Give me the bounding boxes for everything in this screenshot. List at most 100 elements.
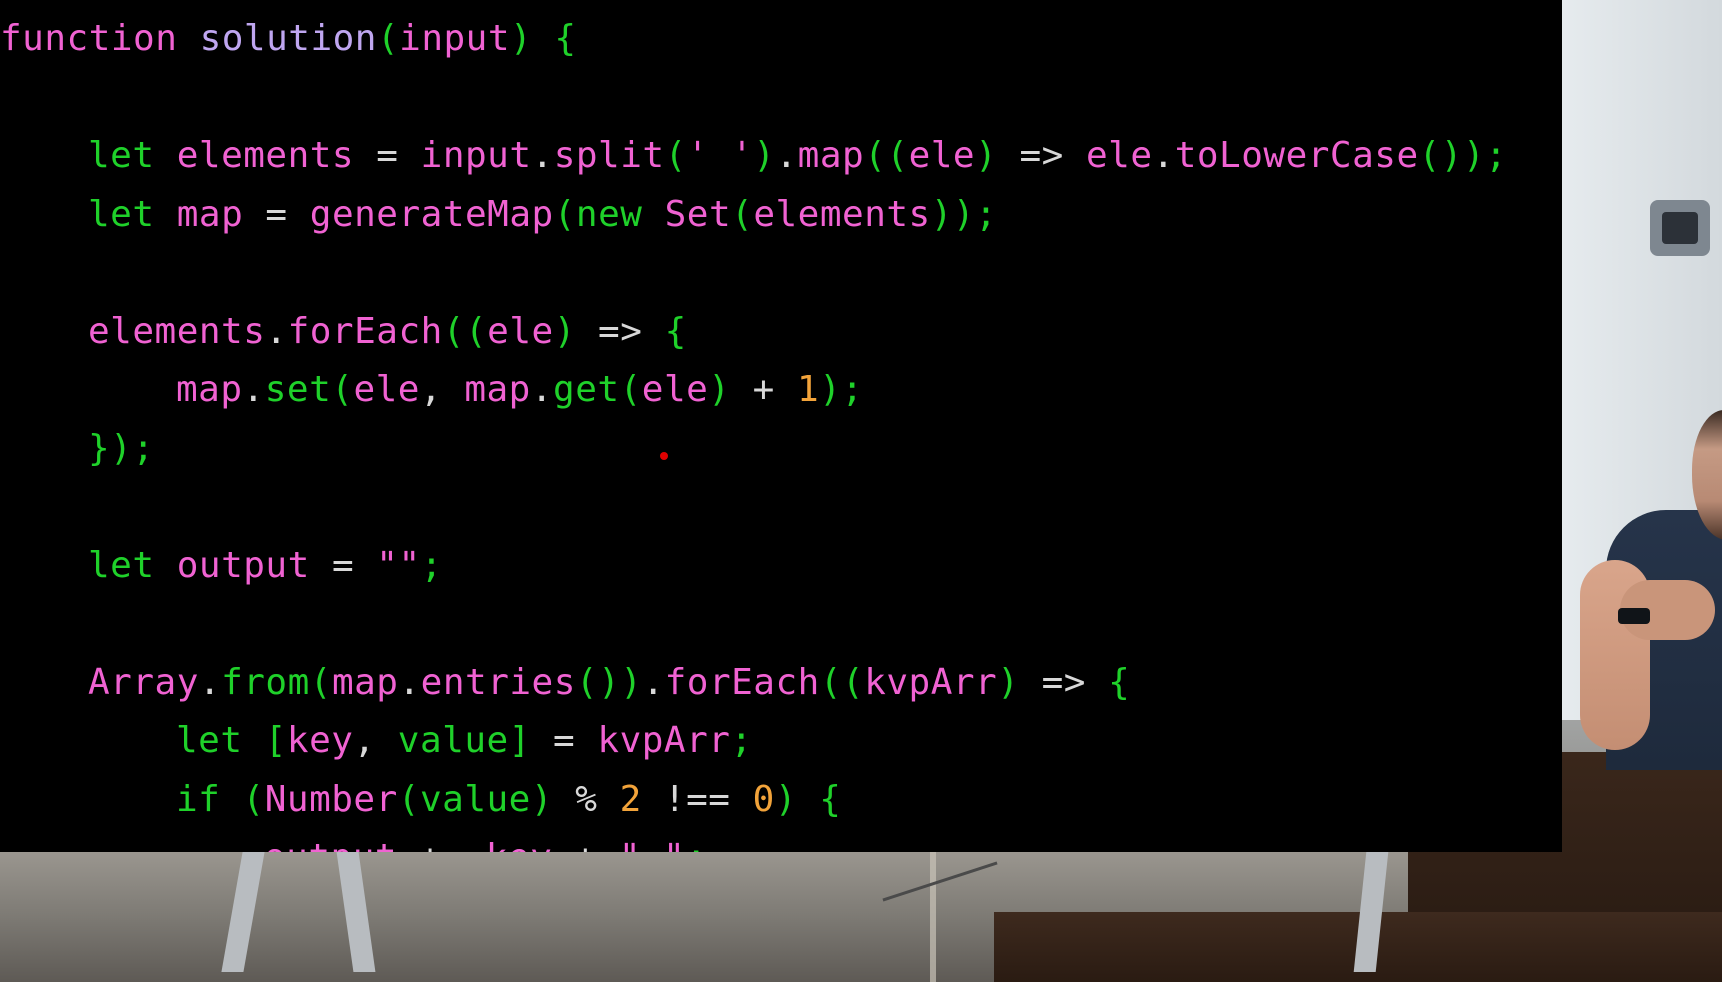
code-token: elements bbox=[88, 310, 266, 352]
code-token: . bbox=[530, 369, 554, 410]
code-token: forEach bbox=[287, 310, 443, 352]
code-token: { bbox=[664, 310, 687, 352]
code-token: , bbox=[353, 720, 398, 761]
code-token: ; bbox=[685, 837, 707, 852]
code-token: = bbox=[530, 720, 598, 761]
code-token: ( bbox=[553, 193, 576, 235]
code-token: ele bbox=[908, 135, 976, 176]
code-token: ; bbox=[730, 720, 753, 761]
code-token: ( bbox=[309, 661, 332, 703]
code-token: Array bbox=[88, 661, 199, 703]
code-token: map bbox=[176, 193, 244, 235]
mouse-pointer-dot bbox=[660, 452, 668, 460]
code-token: { bbox=[554, 18, 577, 59]
code-token: += bbox=[397, 837, 486, 852]
code-token: let bbox=[88, 135, 155, 176]
code-token: = bbox=[243, 193, 310, 235]
code-token: (( bbox=[819, 661, 865, 703]
code-token: (( bbox=[864, 135, 909, 176]
code-token: new bbox=[575, 193, 643, 235]
code-token: solution bbox=[199, 18, 377, 59]
code-token: => bbox=[575, 310, 665, 352]
code-token: = bbox=[309, 544, 377, 586]
code-token: ele bbox=[641, 369, 709, 410]
code-token: get bbox=[553, 369, 620, 410]
code-token: ) bbox=[510, 18, 533, 59]
code-token: entries bbox=[420, 661, 576, 703]
wall-light-switch bbox=[1650, 200, 1710, 256]
code-token: let bbox=[88, 544, 155, 586]
code-token: ( bbox=[619, 369, 642, 410]
code-token: . bbox=[1152, 135, 1175, 176]
code-token: Number bbox=[264, 778, 398, 820]
code-token: ( bbox=[664, 135, 687, 176]
code-token: toLowerCase bbox=[1174, 135, 1419, 176]
code-token: let bbox=[176, 720, 243, 761]
code-token: function bbox=[0, 18, 178, 59]
code-token: { bbox=[819, 778, 842, 820]
code-token: ) bbox=[708, 369, 731, 410]
code-line: map.set(ele, map.get(ele) + 1); bbox=[176, 365, 864, 415]
code-token: ) bbox=[997, 661, 1020, 703]
code-token: " " bbox=[619, 837, 686, 852]
code-token: ()) bbox=[575, 661, 643, 703]
code-token: ' ' bbox=[686, 135, 754, 176]
code-token: set bbox=[264, 369, 332, 410]
code-token: ( bbox=[331, 369, 354, 410]
code-token: Set bbox=[664, 193, 732, 235]
code-token: input bbox=[420, 135, 532, 176]
code-line: let output = ""; bbox=[88, 541, 443, 591]
code-token: map bbox=[797, 135, 865, 176]
code-token: + bbox=[730, 369, 798, 410]
code-line: if (Number(value) % 2 !== 0) { bbox=[176, 775, 841, 825]
code-token: ele bbox=[1085, 135, 1153, 176]
code-token: ( bbox=[731, 193, 754, 235]
code-token: + bbox=[552, 837, 619, 852]
code-token: kvpArr bbox=[597, 720, 731, 761]
code-line: let elements = input.split(' ').map((ele… bbox=[88, 131, 1507, 181]
code-token: elements bbox=[753, 193, 931, 235]
code-token: output bbox=[264, 837, 397, 852]
code-token: key bbox=[286, 720, 354, 761]
code-token: . bbox=[265, 310, 288, 352]
code-token: forEach bbox=[664, 661, 820, 703]
code-token: 0 bbox=[752, 778, 775, 820]
code-line: }); bbox=[88, 424, 155, 474]
code-token: ( bbox=[376, 18, 400, 59]
code-token: ); bbox=[819, 369, 864, 410]
code-token: => bbox=[997, 135, 1086, 176]
code-token: input bbox=[399, 18, 511, 59]
code-editor[interactable]: function solution(input) {let elements =… bbox=[0, 0, 1562, 852]
code-line: let map = generateMap(new Set(elements))… bbox=[88, 190, 997, 240]
code-token: , bbox=[419, 369, 465, 410]
code-line: output += key + " "; bbox=[264, 833, 708, 852]
code-token: let bbox=[88, 193, 155, 235]
code-token: ele bbox=[487, 310, 554, 352]
code-token: 2 bbox=[619, 778, 642, 820]
code-line: let [key, value] = kvpArr; bbox=[176, 716, 753, 766]
code-token: 1 bbox=[797, 369, 820, 410]
code-token: ()); bbox=[1418, 135, 1508, 176]
code-token: map bbox=[464, 369, 531, 410]
code-token: if bbox=[176, 778, 221, 820]
code-token: generateMap bbox=[309, 193, 554, 235]
wristwatch bbox=[1618, 608, 1650, 624]
code-token: output bbox=[176, 544, 310, 586]
code-token: ) bbox=[975, 135, 998, 176]
code-token: kvpArr bbox=[864, 661, 998, 703]
code-token: elements bbox=[176, 135, 355, 176]
code-token: from bbox=[221, 661, 310, 703]
code-token: (( bbox=[442, 310, 488, 352]
code-token: value bbox=[397, 720, 509, 761]
presenter bbox=[1580, 410, 1722, 770]
code-line: Array.from(map.entries()).forEach((kvpAr… bbox=[88, 658, 1130, 708]
code-token: map bbox=[331, 661, 399, 703]
